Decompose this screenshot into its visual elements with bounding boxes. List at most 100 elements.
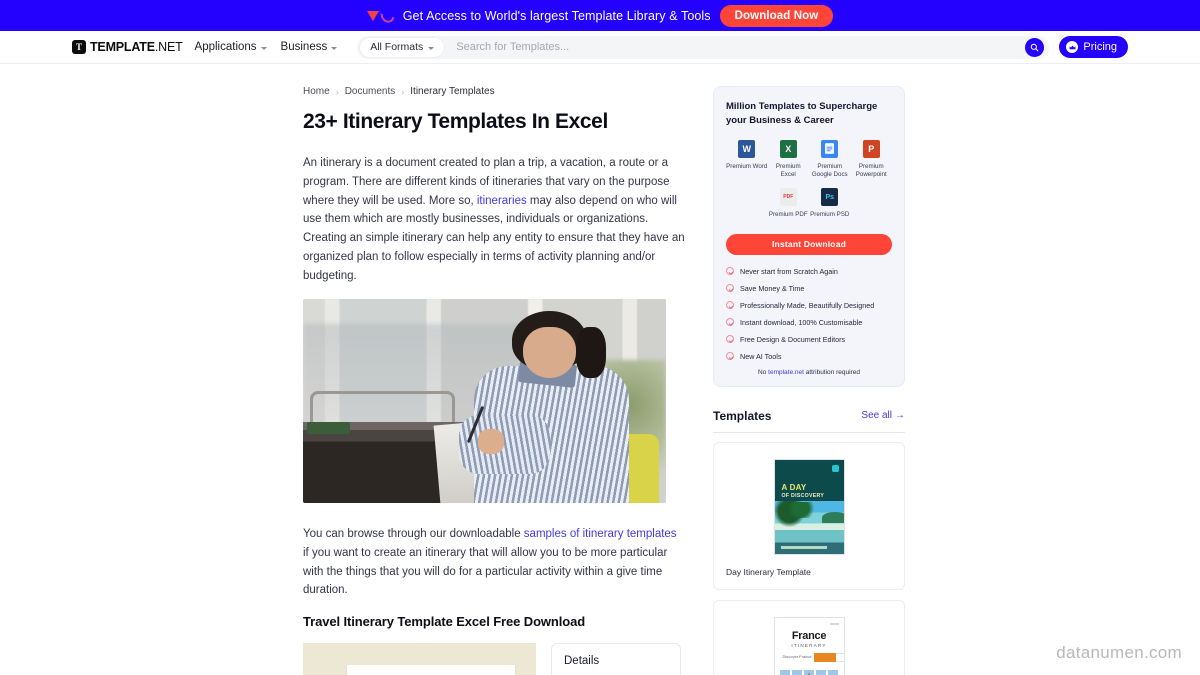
logo-bold: TEMPLATE	[90, 40, 155, 54]
chevron-down-icon	[428, 46, 435, 50]
benefit-label: Professionally Made, Beautifully Designe…	[740, 300, 875, 310]
app-premium-excel[interactable]: X Premium Excel	[768, 139, 810, 180]
logo-light: .NET	[154, 40, 183, 54]
template-caption: Day Itinerary Template	[726, 566, 811, 577]
pdf-icon: PDF	[779, 188, 797, 207]
search-input[interactable]	[444, 41, 1026, 53]
attribution-after: attribution required	[803, 368, 860, 376]
triangle-icon	[366, 10, 379, 21]
main-navbar: T TEMPLATE.NET Applications Business All…	[0, 31, 1200, 64]
nav-item-business-label: Business	[280, 41, 328, 53]
see-all-label: See all	[861, 410, 892, 422]
browse-text-b: if you want to create an itinerary that …	[303, 547, 668, 597]
template-card-france-itinerary[interactable]: France ITINERARY Discover France	[713, 599, 905, 675]
logo-text: TEMPLATE.NET	[90, 40, 183, 54]
logo-mark-icon: T	[72, 40, 86, 54]
pricing-button[interactable]: Pricing	[1059, 36, 1128, 58]
watermark: datanumen.com	[1056, 643, 1182, 662]
thumb-bar	[780, 545, 827, 549]
check-circle-icon	[726, 284, 734, 293]
thumb-photo	[791, 669, 803, 675]
breadcrumb-item-documents[interactable]: Documents	[345, 86, 396, 97]
template-thumbnail: A DAY OF DISCOVERY	[773, 458, 845, 555]
app-premium-pdf[interactable]: PDF Premium PDF	[768, 188, 810, 219]
nav-item-business[interactable]: Business	[281, 41, 338, 53]
page-title: 23+ Itinerary Templates In Excel	[303, 110, 608, 133]
app-premium-word[interactable]: W Premium Word	[726, 139, 768, 180]
thumb-badge-icon	[831, 464, 839, 472]
psd-icon: Ps	[821, 188, 839, 207]
breadcrumb-item-home[interactable]: Home	[303, 86, 330, 97]
eiffel-tower-icon	[804, 671, 814, 675]
search-icon[interactable]	[1025, 37, 1045, 57]
attribution-before: No	[758, 368, 769, 376]
hero-person	[458, 307, 652, 504]
search-bar: All Formats	[357, 35, 1050, 59]
section-subheading: Travel Itinerary Template Excel Free Dow…	[303, 614, 586, 630]
crown-icon	[1066, 41, 1079, 53]
main-column: Home › Documents › Itinerary Templates 2…	[303, 86, 685, 675]
format-filter-dropdown[interactable]: All Formats	[360, 37, 445, 57]
pricing-label: Pricing	[1083, 41, 1117, 53]
templates-section-header: Templates See all →	[713, 409, 905, 433]
samples-link[interactable]: samples of itinerary templates	[524, 528, 677, 540]
check-circle-icon	[726, 352, 734, 361]
app-label: Premium Word	[726, 162, 768, 170]
site-logo[interactable]: T TEMPLATE.NET	[72, 40, 183, 54]
hero-person-arm	[458, 415, 550, 474]
details-panel: Details File Format MS Word Excel Apple …	[551, 643, 681, 675]
word-icon: W	[738, 139, 756, 158]
excel-icon: X	[779, 139, 797, 158]
format-filter-label: All Formats	[370, 41, 424, 53]
thumb-photo	[815, 669, 827, 675]
thumb-block-accent	[813, 652, 836, 662]
hero-image	[303, 299, 666, 504]
nav-item-applications[interactable]: Applications	[195, 41, 267, 53]
benefit-label: Free Design & Document Editors	[740, 334, 846, 344]
nav-item-applications-label: Applications	[194, 41, 257, 53]
promo-card: Million Templates to Supercharge your Bu…	[713, 86, 905, 387]
benefit-label: New AI Tools	[740, 351, 782, 361]
arrow-right-icon: →	[895, 410, 905, 422]
app-label: Premium Google Docs	[811, 162, 848, 178]
itineraries-link[interactable]: itineraries	[477, 195, 527, 207]
page-root: Get Access to World's largest Template L…	[0, 0, 1200, 675]
see-all-link[interactable]: See all →	[861, 410, 905, 421]
promo-decoration	[366, 5, 397, 26]
app-premium-powerpoint[interactable]: P Premium Powerpoint	[851, 139, 893, 180]
thumb-label: Discover France	[782, 653, 812, 659]
template-thumbnail: France ITINERARY Discover France	[773, 616, 845, 675]
benefit-item: Instant download, 100% Customisable	[726, 318, 892, 327]
promo-card-heading: Million Templates to Supercharge your Bu…	[726, 101, 878, 127]
promo-banner: Get Access to World's largest Template L…	[0, 0, 1200, 31]
app-label: Premium PDF	[768, 211, 808, 219]
promo-text: Get Access to World's largest Template L…	[402, 8, 711, 23]
hero-desk-object	[306, 421, 351, 434]
thumb-title: A DAY	[781, 482, 807, 492]
breadcrumb-separator-icon: ›	[335, 86, 339, 97]
document-preview[interactable]: BUSINESS TRAVEL STANDARD CHECKLIST Trave…	[303, 643, 536, 675]
app-premium-google-docs[interactable]: Premium Google Docs	[809, 139, 851, 180]
chevron-down-icon	[331, 46, 338, 50]
attribution-note: No template.net attribution required	[726, 369, 892, 376]
breadcrumb-separator-icon: ›	[401, 86, 405, 97]
app-format-grid-row1: W Premium Word X Premium Excel Premium G…	[726, 139, 893, 189]
intro-text-b: may also depend on who will use them whi…	[303, 194, 685, 282]
breadcrumb-item-current: Itinerary Templates	[410, 86, 495, 97]
instant-download-button[interactable]: Instant Download	[726, 233, 892, 255]
app-premium-psd[interactable]: Ps Premium PSD	[809, 188, 851, 219]
chevron-down-icon	[260, 46, 267, 50]
check-circle-icon	[726, 335, 734, 344]
download-now-button[interactable]: Download Now	[719, 4, 834, 27]
app-label: Premium Powerpoint	[855, 162, 887, 178]
thumb-island	[821, 512, 844, 524]
check-circle-icon	[726, 267, 734, 276]
thumb-photo	[779, 669, 791, 675]
thumb-subtitle: OF DISCOVERY	[781, 492, 825, 499]
template-card-day-itinerary[interactable]: A DAY OF DISCOVERY Day Itinerary Templat…	[713, 441, 905, 590]
templatenet-link[interactable]: template.net	[768, 369, 804, 376]
check-circle-icon	[726, 318, 734, 327]
browse-paragraph: You can browse through our downloadable …	[303, 525, 685, 600]
document-sheet: BUSINESS TRAVEL STANDARD CHECKLIST Trave…	[347, 664, 516, 675]
app-format-grid-row2: PDF Premium PDF Ps Premium PSD	[726, 188, 892, 228]
